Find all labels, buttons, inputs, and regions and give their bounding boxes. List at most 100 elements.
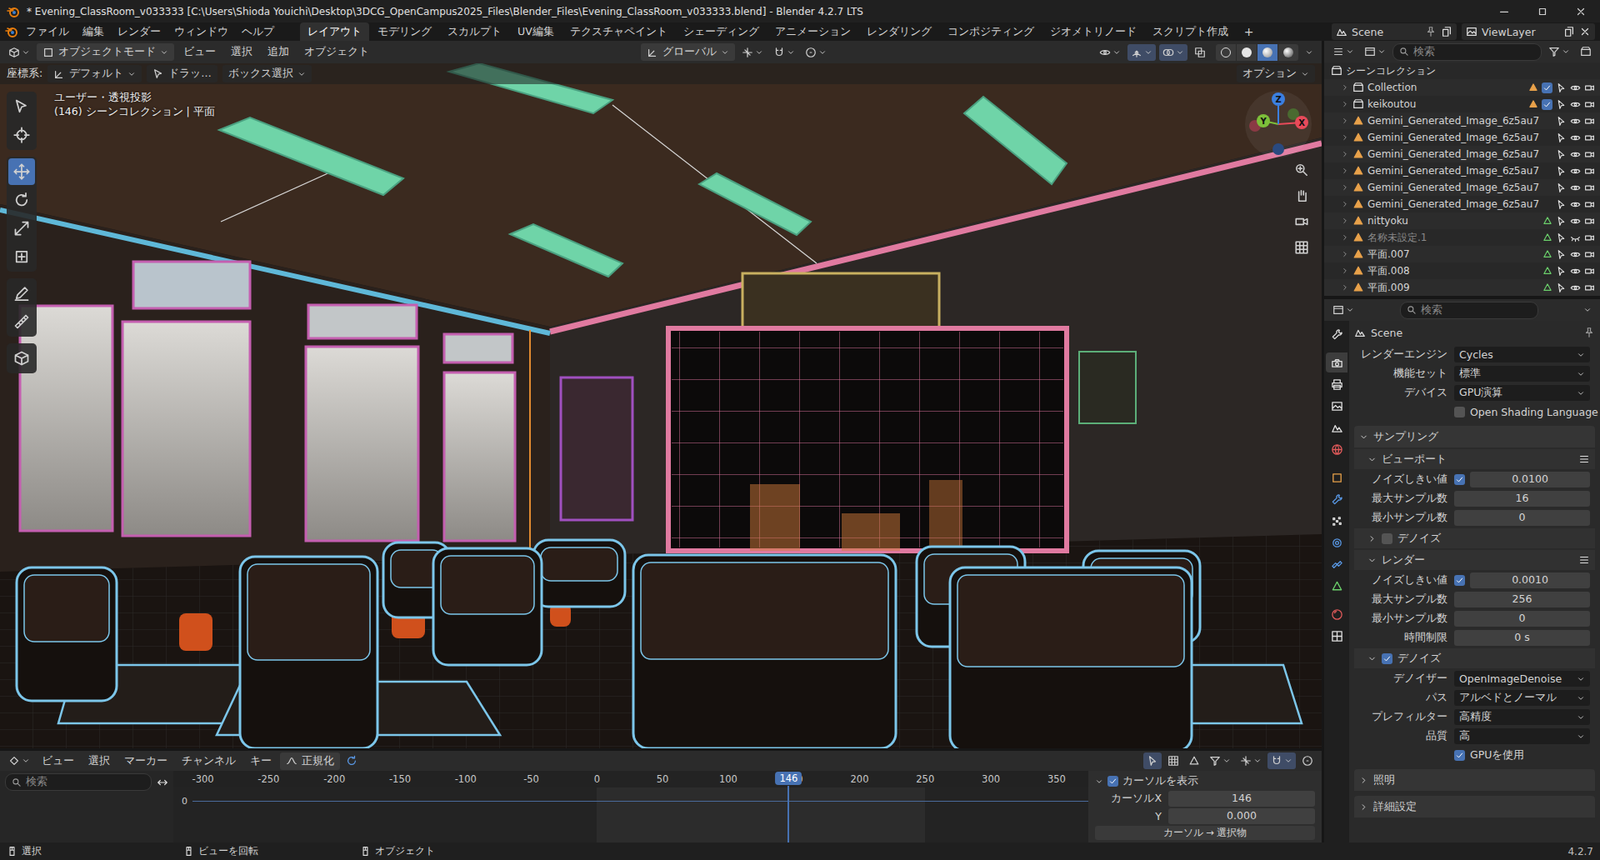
editor-type-button[interactable] <box>5 44 34 61</box>
eye-icon[interactable] <box>1570 215 1581 227</box>
camera-icon[interactable] <box>1584 249 1595 260</box>
eye-icon[interactable] <box>1570 149 1581 160</box>
outliner-item[interactable]: Gemini_Generated_Image_6z5au7 <box>1324 162 1600 180</box>
outliner-item[interactable]: 平面.009 <box>1324 279 1600 296</box>
options-dropdown[interactable]: オプション <box>1236 65 1315 83</box>
arrowsel-icon[interactable] <box>1555 82 1567 94</box>
select-mode-dropdown[interactable]: ボックス選択 <box>222 65 312 83</box>
outliner-item[interactable]: Gemini_Generated_Image_6z5au7 <box>1324 112 1600 130</box>
properties-tab[interactable] <box>1325 374 1348 395</box>
outliner-item[interactable]: keikoutou <box>1324 95 1600 113</box>
ortho-toggle-button[interactable] <box>1290 235 1314 260</box>
view-layer-name[interactable]: ViewLayer <box>1481 25 1560 39</box>
dropdown[interactable]: OpenImageDenoise <box>1454 670 1590 687</box>
scene-field[interactable]: Scene <box>1331 23 1457 40</box>
list-icon[interactable] <box>1578 453 1590 465</box>
eye-icon[interactable] <box>1570 265 1581 277</box>
viewport-menu-item[interactable]: ビュー <box>177 43 222 61</box>
close-button[interactable] <box>1561 0 1600 23</box>
subpanel-header[interactable]: ビューポート <box>1354 449 1595 470</box>
outliner-root[interactable]: シーンコレクション <box>1324 62 1600 80</box>
frame-ruler[interactable]: -300-250-200-150-100-5005010015020025030… <box>173 770 1089 788</box>
eye-icon[interactable] <box>1570 249 1581 260</box>
pivot-button[interactable] <box>738 44 767 61</box>
panel-header[interactable]: 照明 <box>1354 769 1595 791</box>
eyeoff-icon[interactable] <box>1570 232 1581 244</box>
workspace-tab[interactable]: スクリプト作成 <box>1145 22 1236 41</box>
arrowsel-icon[interactable] <box>1555 282 1567 294</box>
dropdown[interactable]: Cycles <box>1454 346 1590 363</box>
workspace-tab[interactable]: テクスチャペイント <box>562 22 675 41</box>
subpanel-header[interactable]: レンダー <box>1354 550 1595 570</box>
outliner-item[interactable]: 平面.007 <box>1324 245 1600 263</box>
properties-tab[interactable] <box>1325 575 1348 596</box>
chevr-icon[interactable] <box>1340 233 1350 242</box>
eye-icon[interactable] <box>1570 82 1581 94</box>
camera-icon[interactable] <box>1584 165 1595 177</box>
snap-button[interactable] <box>1267 752 1296 770</box>
checkbox[interactable] <box>1454 750 1465 761</box>
eye-icon[interactable] <box>1570 115 1581 127</box>
viewport-menu-item[interactable]: 選択 <box>225 43 259 61</box>
workspace-tab[interactable]: シェーディング <box>675 22 767 41</box>
editor-type-button[interactable] <box>5 752 34 770</box>
workspace-tab[interactable]: レンダリング <box>859 22 940 41</box>
dropdown[interactable]: GPU演算 <box>1454 385 1590 401</box>
exclude-checkbox[interactable] <box>1541 99 1553 110</box>
sync-button[interactable] <box>342 752 361 770</box>
workspace-tab[interactable]: UV編集 <box>510 22 562 41</box>
arrowsel-icon[interactable] <box>1555 199 1567 210</box>
checkbox[interactable] <box>1381 653 1393 665</box>
panel-header[interactable]: サンプリング <box>1354 425 1595 448</box>
tool-button[interactable] <box>8 186 35 214</box>
chevr-icon[interactable] <box>1340 266 1350 275</box>
properties-tab[interactable] <box>1325 439 1348 460</box>
subpanel-header[interactable]: デノイズ <box>1354 528 1595 549</box>
blender-menu-icon[interactable] <box>5 25 19 39</box>
tool-button[interactable] <box>8 93 35 120</box>
channel-search[interactable]: 検索 <box>5 773 152 791</box>
chevr-icon[interactable] <box>1340 100 1350 109</box>
number-field[interactable]: 256 <box>1454 591 1590 608</box>
timeline-menu-item[interactable]: ビュー <box>35 752 80 770</box>
chevr-icon[interactable] <box>1340 166 1350 175</box>
camera-icon[interactable] <box>1584 132 1595 144</box>
arrowsel-icon[interactable] <box>1555 215 1567 227</box>
proportional-button[interactable] <box>1298 752 1317 770</box>
tool-button[interactable] <box>8 280 35 307</box>
properties-tab[interactable] <box>1325 489 1348 510</box>
viewport-menu-item[interactable]: オブジェクト <box>298 43 375 61</box>
properties-tab[interactable] <box>1325 417 1348 438</box>
arrowsel-icon[interactable] <box>1555 165 1567 177</box>
camera-icon[interactable] <box>1584 199 1595 210</box>
workspace-tab[interactable]: スカルプト <box>440 22 510 41</box>
camera-icon[interactable] <box>1584 82 1595 94</box>
navigation-gizmo[interactable]: XYZ <box>1240 86 1316 162</box>
menu-item[interactable]: ウィンドウ <box>168 23 235 41</box>
properties-search[interactable]: 検索 <box>1400 301 1539 320</box>
pin-icon[interactable] <box>1583 326 1595 339</box>
dropdown[interactable]: 高 <box>1454 728 1590 745</box>
eye-icon[interactable] <box>1570 165 1581 177</box>
properties-tab[interactable] <box>1325 467 1348 488</box>
properties-tab[interactable] <box>1325 625 1348 646</box>
maximize-button[interactable] <box>1523 0 1562 23</box>
shading-options-button[interactable] <box>1301 44 1317 61</box>
panel-header[interactable]: 詳細設定 <box>1354 795 1595 818</box>
tool-button[interactable] <box>8 243 35 270</box>
camera-icon[interactable] <box>1584 99 1595 110</box>
shading-button[interactable] <box>1236 44 1257 61</box>
viewport-menu-item[interactable]: 追加 <box>261 43 295 61</box>
menu-item[interactable]: ヘルプ <box>235 23 280 41</box>
checkbox[interactable] <box>1454 474 1465 485</box>
current-frame[interactable]: 146 <box>775 771 802 785</box>
tool-button[interactable] <box>8 158 35 185</box>
properties-tab[interactable] <box>1325 510 1348 531</box>
view-layer-field[interactable]: ViewLayer <box>1461 23 1595 40</box>
camera-icon[interactable] <box>1584 182 1595 194</box>
timeline-menu-item[interactable]: 選択 <box>82 752 116 770</box>
outliner-item[interactable]: Gemini_Generated_Image_6z5au7 <box>1324 195 1600 213</box>
pan-button[interactable] <box>1290 184 1314 208</box>
number-field[interactable]: 0.0100 <box>1470 471 1590 488</box>
only-selected-button[interactable] <box>1143 752 1162 770</box>
